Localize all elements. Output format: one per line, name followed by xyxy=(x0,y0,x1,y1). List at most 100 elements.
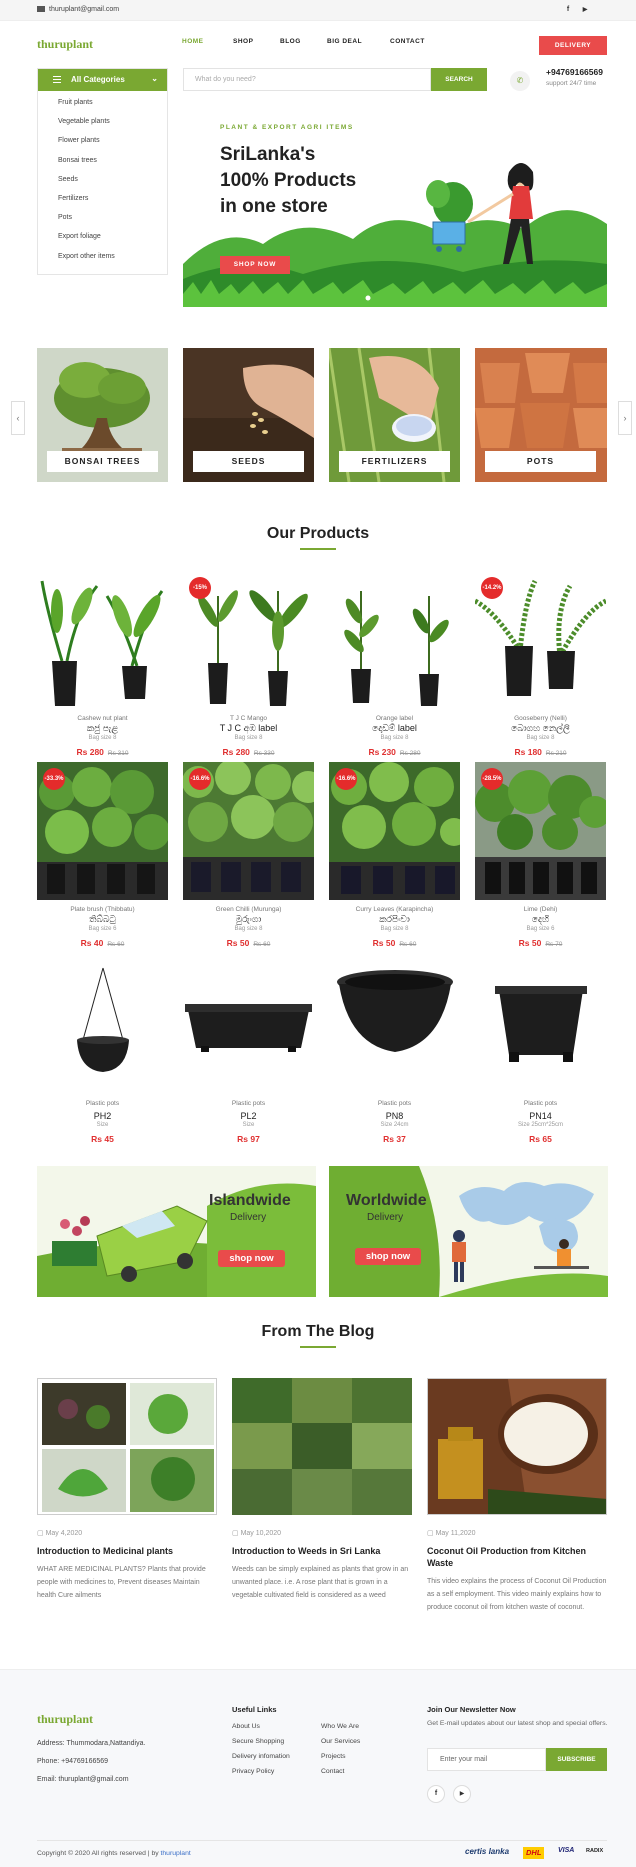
product-price: Rs 45 xyxy=(91,1134,114,1144)
worldwide-banner[interactable]: Worldwide Delivery shop now xyxy=(329,1166,608,1297)
product-price: Rs 50 Rs 60 xyxy=(372,938,417,948)
product-card[interactable]: Plastic pots PN14 Size 25cm*25cm Rs 65 xyxy=(475,960,606,1144)
product-name[interactable]: PN8 xyxy=(329,1111,460,1121)
carousel-next-button[interactable]: › xyxy=(618,401,632,435)
title-underline xyxy=(300,548,336,550)
footer-link[interactable]: Who We Are xyxy=(321,1723,359,1730)
search-input[interactable]: What do you need? xyxy=(183,68,431,91)
footer-youtube-icon[interactable]: ▶ xyxy=(453,1785,471,1803)
category-item[interactable]: Fertilizers xyxy=(58,195,167,214)
hero-heading: SriLanka's 100% Products in one store xyxy=(220,142,356,220)
product-name[interactable]: තිබ්බටු xyxy=(37,914,168,925)
blog-card[interactable]: ▢ May 10,2020 Introduction to Weeds in S… xyxy=(232,1378,412,1602)
footer-link[interactable]: Projects xyxy=(321,1753,346,1760)
product-card[interactable]: -16.6% Curry Leaves (Karapincha) කරපිංචා… xyxy=(329,762,460,948)
product-image xyxy=(329,571,460,709)
product-name[interactable]: PN14 xyxy=(475,1111,606,1121)
blog-title[interactable]: Introduction to Medicinal plants xyxy=(37,1545,217,1557)
category-card-fertilizers[interactable]: FERTILIZERS xyxy=(329,348,460,482)
islandwide-banner[interactable]: Islandwide Delivery shop now xyxy=(37,1166,316,1297)
blog-title[interactable]: Coconut Oil Production from Kitchen Wast… xyxy=(427,1545,607,1569)
product-name[interactable]: බොගහ නෙල්ලි xyxy=(475,723,606,734)
product-name[interactable]: දොඩම් label xyxy=(329,723,460,734)
category-card-pots[interactable]: POTS xyxy=(475,348,607,482)
nav-contact[interactable]: CONTACT xyxy=(390,38,425,45)
product-card[interactable]: -28.5% Lime (Dehi) දෙහි Bag size 6 Rs 50… xyxy=(475,762,606,948)
delivery-button[interactable]: DELIVERY xyxy=(539,36,607,55)
category-item[interactable]: Export other items xyxy=(58,253,167,272)
category-item[interactable]: Vegetable plants xyxy=(58,118,167,137)
product-subtitle: T J C Mango xyxy=(229,715,268,722)
product-name[interactable]: කජු පැළ xyxy=(37,723,168,734)
product-name[interactable]: PL2 xyxy=(183,1111,314,1121)
product-card[interactable]: Cashew nut plant කජු පැළ Bag size 8 Rs 2… xyxy=(37,571,168,757)
blog-title[interactable]: Introduction to Weeds in Sri Lanka xyxy=(232,1545,412,1557)
product-card[interactable]: Orange label දොඩම් label Bag size 8 Rs 2… xyxy=(329,571,460,757)
hero-shop-now-button[interactable]: SHOP NOW xyxy=(220,256,290,274)
footer-email: Email: thuruplant@gmail.com xyxy=(37,1776,129,1783)
product-subtitle: Plastic pots xyxy=(523,1100,558,1107)
blog-card[interactable]: ▢ May 11,2020 Coconut Oil Production fro… xyxy=(427,1378,607,1614)
discount-badge: -14.2% xyxy=(481,577,503,599)
category-item[interactable]: Fruit plants xyxy=(58,99,167,118)
blog-date: ▢ May 10,2020 xyxy=(232,1530,282,1537)
islandwide-shop-now-button[interactable]: shop now xyxy=(218,1250,285,1267)
product-name[interactable]: මුරුංගා xyxy=(183,914,314,925)
footer-link[interactable]: Contact xyxy=(321,1768,344,1775)
worldwide-shop-now-button[interactable]: shop now xyxy=(355,1248,421,1265)
all-categories-toggle[interactable]: All Categories ⌄ xyxy=(38,69,167,91)
nav-big-deal[interactable]: BIG DEAL xyxy=(327,38,362,45)
blog-date: ▢ May 11,2020 xyxy=(427,1530,476,1537)
product-card[interactable]: Plastic pots PN8 Size 24cm Rs 37 xyxy=(329,960,460,1144)
product-image xyxy=(183,960,314,1098)
discount-badge: -15% xyxy=(189,577,211,599)
footer-logo[interactable]: thuruplant xyxy=(37,1712,93,1727)
worldwide-subtitle: Delivery xyxy=(367,1212,404,1223)
product-name[interactable]: දෙහි xyxy=(475,914,606,925)
blog-card[interactable]: ▢ May 4,2020 Introduction to Medicinal p… xyxy=(37,1378,217,1602)
product-name[interactable]: කරපිංචා xyxy=(329,914,460,925)
blog-excerpt: This video explains the process of Cocon… xyxy=(427,1578,607,1611)
youtube-icon[interactable]: ▶ xyxy=(580,5,590,15)
top-email[interactable]: thuruplant@gmail.com xyxy=(37,6,119,13)
product-card[interactable]: Plastic pots PH2 Size Rs 45 xyxy=(37,960,168,1144)
nav-shop[interactable]: SHOP xyxy=(233,38,253,45)
nav-home[interactable]: HOME xyxy=(182,38,204,45)
islandwide-subtitle: Delivery xyxy=(230,1212,267,1223)
product-card[interactable]: -15% T J C Mango T J C අඹ label Bag size… xyxy=(183,571,314,757)
product-card[interactable]: -33.3% Plate brush (Thibbatu) තිබ්බටු Ba… xyxy=(37,762,168,948)
nav-blog[interactable]: BLOG xyxy=(280,38,301,45)
calendar-icon: ▢ xyxy=(232,1530,241,1537)
category-item[interactable]: Flower plants xyxy=(58,137,167,156)
search-button[interactable]: SEARCH xyxy=(431,68,487,91)
product-name[interactable]: PH2 xyxy=(37,1111,168,1121)
footer-link[interactable]: Our Services xyxy=(321,1738,360,1745)
copyright-link[interactable]: thuruplant xyxy=(161,1850,191,1857)
product-card[interactable]: -16.6% Green Chilli (Murunga) මුරුංගා Ba… xyxy=(183,762,314,948)
category-card-seeds[interactable]: SEEDS xyxy=(183,348,314,482)
product-price: Rs 230 Rs 280 xyxy=(368,747,421,757)
footer-facebook-icon[interactable]: f xyxy=(427,1785,445,1803)
product-price: Rs 180 Rs 210 xyxy=(514,747,567,757)
site-logo[interactable]: thuruplant xyxy=(37,37,93,52)
carousel-prev-button[interactable]: ‹ xyxy=(11,401,25,435)
category-item[interactable]: Bonsai trees xyxy=(58,157,167,176)
facebook-icon[interactable]: f xyxy=(563,5,573,15)
category-item[interactable]: Pots xyxy=(58,214,167,233)
footer-link[interactable]: Privacy Policy xyxy=(232,1768,274,1775)
product-card[interactable]: -14.2% Gooseberry (Nelli) බොගහ නෙල්ලි Ba… xyxy=(475,571,606,757)
hero-line-2: 100% Products xyxy=(220,170,357,191)
newsletter-email-input[interactable]: Enter your mail xyxy=(427,1748,546,1771)
footer-link[interactable]: Secure Shopping xyxy=(232,1738,284,1745)
category-item[interactable]: Seeds xyxy=(58,176,167,195)
product-subtitle: Plastic pots xyxy=(231,1100,266,1107)
product-size: Bag size 8 xyxy=(526,735,555,741)
footer-link[interactable]: About Us xyxy=(232,1723,260,1730)
product-card[interactable]: Plastic pots PL2 Size Rs 97 xyxy=(183,960,314,1144)
subscribe-button[interactable]: SUBSCRIBE xyxy=(546,1748,607,1771)
product-size: Bag size 8 xyxy=(380,926,409,932)
category-item[interactable]: Export foliage xyxy=(58,233,167,252)
category-card-bonsai[interactable]: BONSAI TREES xyxy=(37,348,168,482)
product-name[interactable]: T J C අඹ label xyxy=(183,723,314,734)
footer-link[interactable]: Delivery infomation xyxy=(232,1753,290,1760)
